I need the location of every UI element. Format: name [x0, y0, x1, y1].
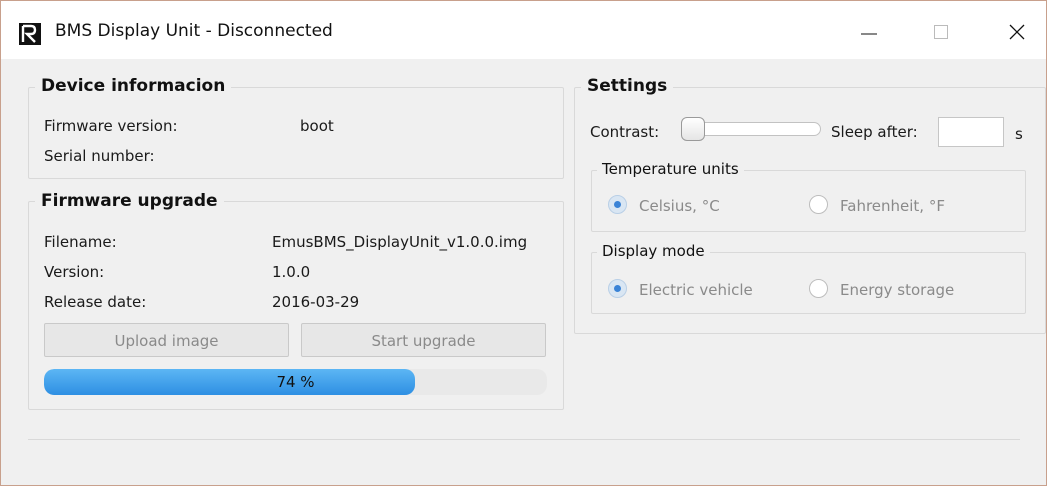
app-logo-icon [19, 23, 41, 45]
maximize-button[interactable] [921, 15, 961, 49]
close-icon [1009, 24, 1025, 40]
device-info-title: Device informacion [35, 76, 232, 96]
title-bar: BMS Display Unit - Disconnected [1, 1, 1046, 59]
fahrenheit-label: Fahrenheit, °F [840, 197, 945, 215]
contrast-slider-handle[interactable] [681, 117, 705, 141]
filename-value: EmusBMS_DisplayUnit_v1.0.0.img [272, 233, 528, 251]
temperature-units-title: Temperature units [597, 160, 744, 178]
version-label: Version: [44, 263, 105, 281]
release-date-label: Release date: [44, 293, 147, 311]
energy-storage-radio[interactable] [809, 279, 828, 298]
serial-number-label: Serial number: [44, 147, 155, 165]
sleep-after-label: Sleep after: [831, 123, 918, 141]
app-window: BMS Display Unit - Disconnected Device i… [0, 0, 1047, 486]
firmware-version-label: Firmware version: [44, 117, 178, 135]
minimize-button[interactable] [849, 15, 889, 49]
filename-label: Filename: [44, 233, 117, 251]
fahrenheit-radio[interactable] [809, 195, 828, 214]
start-upgrade-button[interactable]: Start upgrade [301, 323, 546, 357]
electric-vehicle-label: Electric vehicle [639, 281, 753, 299]
version-value: 1.0.0 [272, 263, 311, 281]
settings-title: Settings [581, 76, 674, 96]
energy-storage-label: Energy storage [840, 281, 955, 299]
minimize-icon [861, 33, 877, 35]
electric-vehicle-radio[interactable] [608, 279, 627, 298]
upload-image-button[interactable]: Upload image [44, 323, 289, 357]
window-title: BMS Display Unit - Disconnected [55, 21, 333, 41]
celsius-radio[interactable] [608, 195, 627, 214]
contrast-label: Contrast: [590, 123, 660, 141]
firmware-upgrade-title: Firmware upgrade [35, 191, 224, 211]
celsius-label: Celsius, °C [639, 197, 720, 215]
sleep-unit-label: s [1015, 125, 1023, 143]
firmware-version-value: boot [300, 117, 334, 135]
bottom-separator [28, 439, 1020, 440]
display-mode-title: Display mode [597, 242, 710, 260]
sleep-after-input[interactable] [938, 117, 1004, 147]
maximize-icon [934, 25, 948, 39]
progress-text: 74 % [276, 373, 315, 391]
release-date-value: 2016-03-29 [272, 293, 360, 311]
upgrade-progress-bar: 74 % [44, 369, 547, 395]
close-button[interactable] [997, 15, 1037, 49]
